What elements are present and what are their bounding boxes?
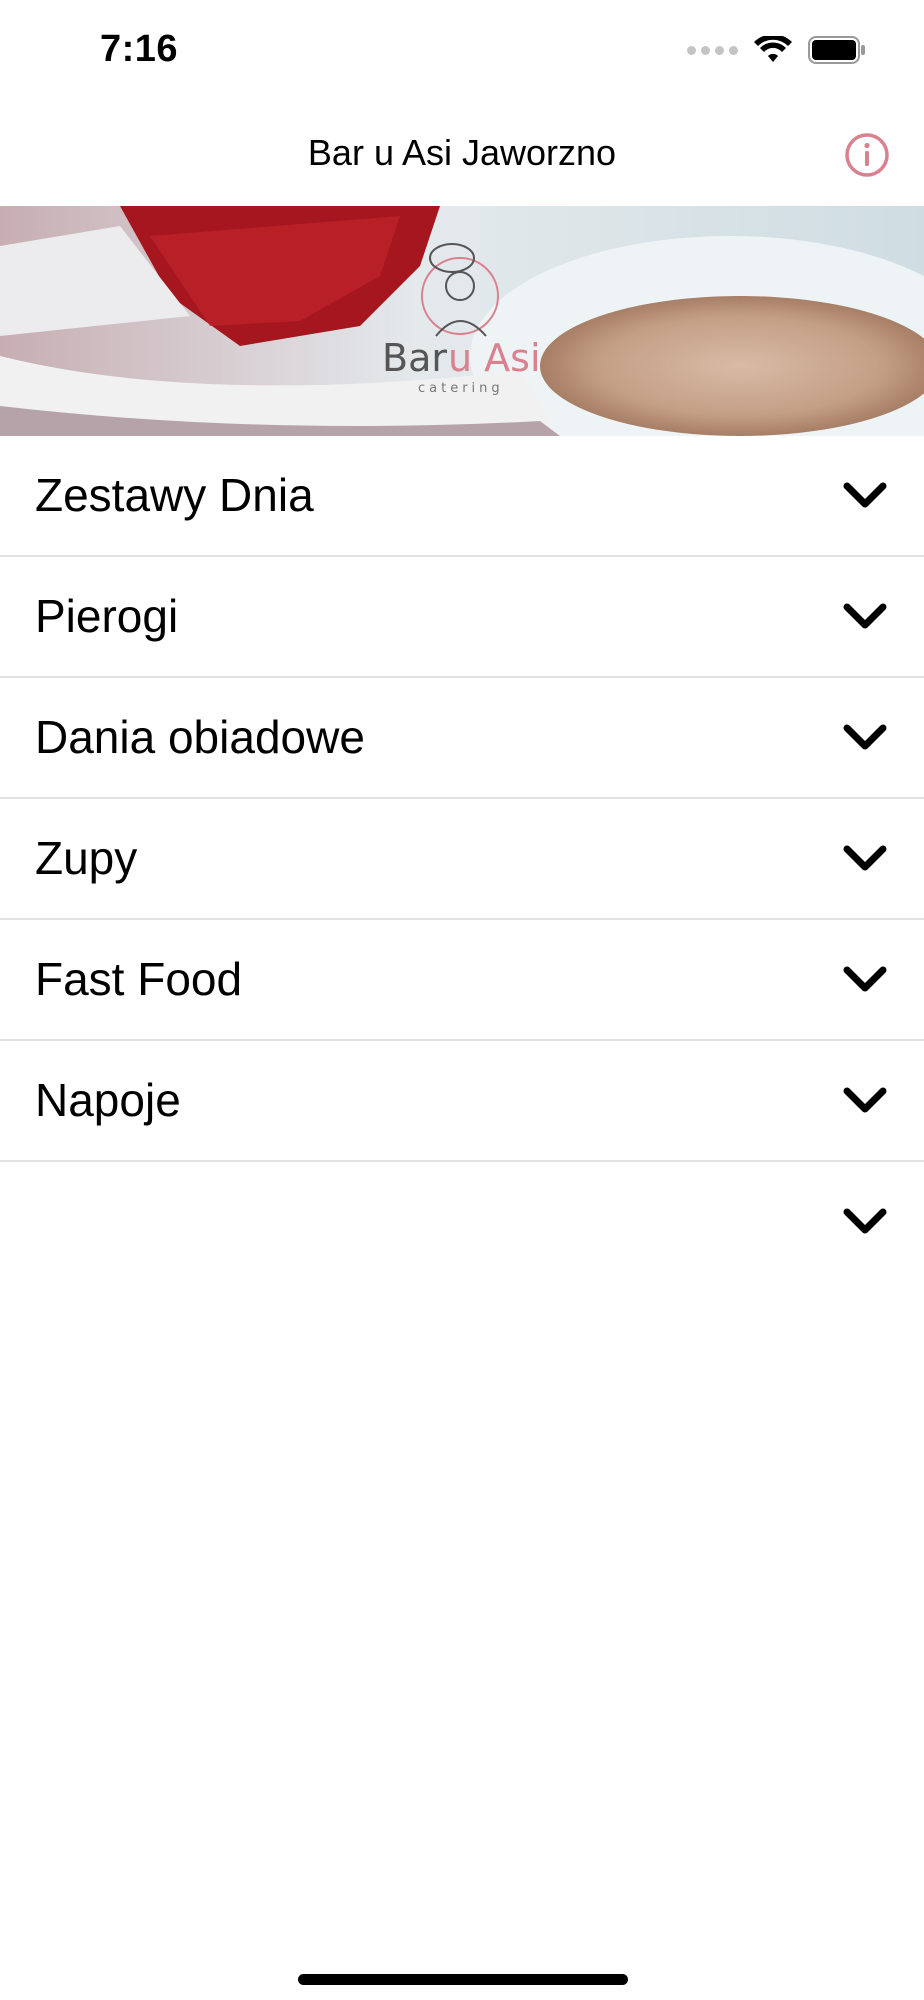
cellular-signal-icon bbox=[687, 45, 738, 55]
wifi-icon bbox=[754, 36, 792, 62]
category-label: Pierogi bbox=[35, 590, 179, 642]
category-row-unnamed[interactable] bbox=[0, 1162, 924, 1283]
category-row-zupy[interactable]: Zupy bbox=[0, 799, 924, 920]
page-title: Bar u Asi Jaworzno bbox=[307, 132, 617, 173]
chevron-down-icon bbox=[843, 966, 887, 992]
menu-category-list: Zestawy Dnia Pierogi Dania obiadowe Zupy… bbox=[0, 436, 924, 1283]
navigation-bar: Bar u Asi Jaworzno bbox=[0, 104, 924, 206]
category-row-dania-obiadowe[interactable]: Dania obiadowe bbox=[0, 678, 924, 799]
svg-text:catering: catering bbox=[418, 381, 504, 396]
home-indicator[interactable] bbox=[298, 1974, 628, 1985]
category-label: Fast Food bbox=[35, 953, 243, 1005]
chevron-down-icon bbox=[843, 724, 887, 750]
category-row-napoje[interactable]: Napoje bbox=[0, 1041, 924, 1162]
chevron-down-icon bbox=[843, 1087, 887, 1113]
chevron-down-icon bbox=[843, 603, 887, 629]
category-label: Zestawy Dnia bbox=[35, 469, 314, 521]
category-label: Zupy bbox=[35, 832, 138, 884]
category-row-pierogi[interactable]: Pierogi bbox=[0, 557, 924, 678]
header-banner-image: Bar u Asi catering bbox=[0, 206, 924, 436]
status-icons bbox=[687, 36, 866, 64]
category-label: Napoje bbox=[35, 1074, 181, 1126]
svg-text:Bar: Bar bbox=[382, 336, 447, 380]
info-circle-icon[interactable] bbox=[844, 132, 890, 178]
chevron-down-icon bbox=[843, 845, 887, 871]
category-row-zestawy-dnia[interactable]: Zestawy Dnia bbox=[0, 436, 924, 557]
category-label: Dania obiadowe bbox=[35, 711, 365, 763]
status-time: 7:16 bbox=[100, 28, 179, 70]
svg-text:u Asi: u Asi bbox=[448, 336, 541, 380]
chevron-down-icon bbox=[843, 1208, 887, 1234]
chevron-down-icon bbox=[843, 482, 887, 508]
status-bar: 7:16 bbox=[0, 0, 924, 104]
category-row-fast-food[interactable]: Fast Food bbox=[0, 920, 924, 1041]
battery-icon bbox=[808, 36, 865, 64]
